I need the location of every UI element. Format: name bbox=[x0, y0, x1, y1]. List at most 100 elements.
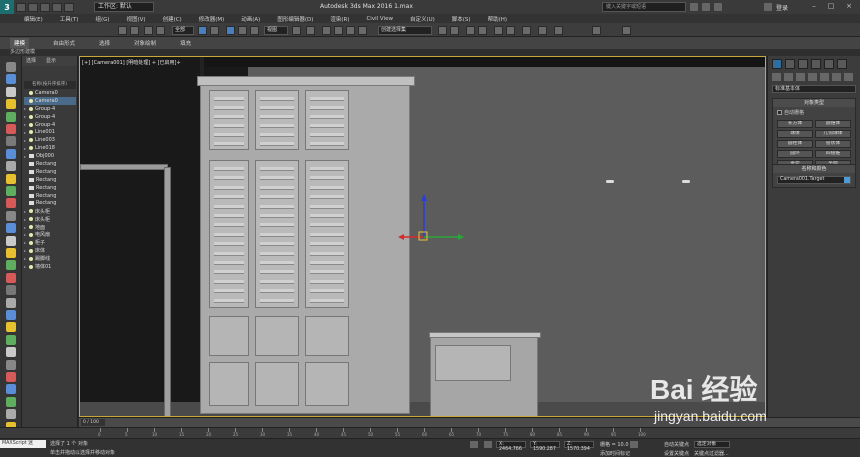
visibility-bulb-icon[interactable] bbox=[29, 264, 33, 269]
explorer-row[interactable]: ▸ Line001 bbox=[24, 128, 76, 136]
explorer-tab-select[interactable]: 选择 bbox=[26, 56, 36, 66]
help-icon[interactable] bbox=[702, 3, 710, 11]
object-name-field[interactable]: Camera001.Target bbox=[777, 176, 851, 184]
explorer-row[interactable]: ▸ 踢脚线 bbox=[24, 255, 76, 263]
undo-icon[interactable] bbox=[52, 2, 62, 12]
move-icon[interactable] bbox=[6, 74, 16, 85]
flame-icon[interactable] bbox=[6, 272, 16, 283]
render-setup-icon[interactable] bbox=[538, 26, 547, 35]
open-file-icon[interactable] bbox=[28, 2, 38, 12]
spinner-snap-icon[interactable] bbox=[358, 26, 367, 35]
render-iterative-icon[interactable] bbox=[622, 26, 631, 35]
menu-customize[interactable]: 自定义(U) bbox=[410, 15, 435, 23]
light-icon[interactable] bbox=[6, 99, 16, 110]
menu-rendering[interactable]: 渲染(R) bbox=[330, 15, 349, 23]
new-file-icon[interactable] bbox=[16, 2, 26, 12]
frame-counter[interactable]: 0 / 100 bbox=[81, 419, 105, 426]
object-icon[interactable] bbox=[29, 193, 34, 198]
material-editor-icon[interactable] bbox=[522, 26, 531, 35]
object-type-title[interactable]: 对象类型 bbox=[773, 99, 855, 107]
tab-modeling[interactable]: 建模 bbox=[10, 38, 30, 48]
star-icon[interactable] bbox=[714, 3, 722, 11]
percent-snap-icon[interactable] bbox=[346, 26, 355, 35]
explorer-row[interactable]: Camera0 bbox=[24, 96, 76, 105]
ball-icon[interactable] bbox=[6, 347, 16, 358]
save-file-icon[interactable] bbox=[40, 2, 50, 12]
shapes-icon[interactable] bbox=[784, 73, 793, 81]
snap-toggle-icon[interactable] bbox=[322, 26, 331, 35]
lamp-icon[interactable] bbox=[6, 322, 16, 333]
move-gizmo-icon[interactable] bbox=[396, 193, 466, 243]
globe-icon[interactable] bbox=[6, 223, 16, 234]
mirror-icon[interactable] bbox=[438, 26, 447, 35]
visibility-bulb-icon[interactable] bbox=[29, 90, 33, 95]
motion-tab-icon[interactable] bbox=[811, 59, 821, 69]
explorer-row[interactable]: ▸ 墙体01 bbox=[24, 263, 76, 271]
lights-icon[interactable] bbox=[796, 73, 805, 81]
lock-selection-icon[interactable] bbox=[470, 441, 478, 448]
plant-icon[interactable] bbox=[6, 111, 16, 122]
explorer-row[interactable]: Rectang bbox=[24, 176, 76, 184]
auto-key-button[interactable]: 自动关键点 bbox=[664, 441, 689, 448]
selection-filter-dropdown[interactable]: 全部 bbox=[172, 26, 194, 35]
explorer-row[interactable]: ▸ Group-4 bbox=[24, 121, 76, 129]
visibility-bulb-icon[interactable] bbox=[29, 248, 33, 253]
cylinder-icon[interactable] bbox=[6, 161, 16, 172]
plane-icon[interactable] bbox=[6, 297, 16, 308]
visibility-bulb-icon[interactable] bbox=[29, 130, 33, 135]
layer-explorer-icon[interactable] bbox=[466, 26, 475, 35]
menu-civil-view[interactable]: Civil View bbox=[366, 16, 392, 22]
undo-toolbar-icon[interactable] bbox=[118, 26, 127, 35]
ribbon-panel-label[interactable]: 多边形建模 bbox=[0, 49, 860, 56]
visibility-bulb-icon[interactable] bbox=[29, 138, 33, 143]
create-tab-icon[interactable] bbox=[772, 59, 782, 69]
close-button[interactable]: × bbox=[843, 2, 855, 12]
display-tab-icon[interactable] bbox=[824, 59, 834, 69]
explorer-row[interactable]: Rectang bbox=[24, 160, 76, 168]
explorer-row[interactable]: ▸ Line018 bbox=[24, 144, 76, 152]
name-color-title[interactable]: 名称和颜色 bbox=[773, 165, 855, 173]
y-coordinate-field[interactable]: Y: 1590.287 bbox=[530, 441, 560, 452]
reference-coordinate-dropdown[interactable]: 视图 bbox=[264, 26, 288, 35]
schematic-view-icon[interactable] bbox=[506, 26, 515, 35]
hierarchy-tab-icon[interactable] bbox=[798, 59, 808, 69]
tab-freeform[interactable]: 自由形式 bbox=[53, 39, 75, 47]
align-icon[interactable] bbox=[450, 26, 459, 35]
set-key-button[interactable]: 设置关键点 bbox=[664, 450, 689, 457]
explorer-row[interactable]: ▸ Line003 bbox=[24, 136, 76, 144]
visibility-bulb-icon[interactable] bbox=[29, 256, 33, 261]
visibility-bulb-icon[interactable] bbox=[29, 106, 33, 111]
explorer-row[interactable]: Rectang bbox=[24, 168, 76, 176]
object-icon[interactable] bbox=[29, 185, 34, 190]
wardrobe-model[interactable] bbox=[197, 76, 415, 414]
create-object-button[interactable]: 圆柱体 bbox=[777, 140, 813, 148]
menu-graph-editors[interactable]: 图形编辑器(D) bbox=[277, 15, 313, 23]
explorer-row[interactable]: ▸ Group-4 bbox=[24, 105, 76, 113]
add-time-tag-button[interactable]: 添加时间标记 bbox=[600, 450, 630, 457]
leaf-icon[interactable] bbox=[6, 186, 16, 196]
menu-create[interactable]: 创建(C) bbox=[163, 15, 182, 23]
explorer-row[interactable]: ▸ Obj000 bbox=[24, 152, 76, 160]
autogrid-checkbox[interactable] bbox=[777, 110, 782, 115]
curve-editor-icon[interactable] bbox=[494, 26, 503, 35]
explorer-row[interactable]: ▸ 床头柜 bbox=[24, 207, 76, 215]
object-category-dropdown[interactable]: 标准基本体 bbox=[772, 85, 856, 93]
time-tag-icon[interactable] bbox=[630, 441, 638, 448]
visibility-bulb-icon[interactable] bbox=[29, 217, 33, 222]
viewport-label[interactable]: [+] [Camera001] [明暗处理] + [已启用]+ bbox=[82, 59, 181, 66]
visibility-bulb-icon[interactable] bbox=[29, 232, 33, 237]
explorer-row[interactable]: ▸ 地面 bbox=[24, 223, 76, 231]
select-by-name-icon[interactable] bbox=[210, 26, 219, 35]
object-icon[interactable] bbox=[29, 161, 34, 166]
search-input[interactable]: 键入关键字或短语 bbox=[602, 2, 686, 12]
pivot-center-icon[interactable] bbox=[292, 26, 301, 35]
camera-viewport[interactable]: [+] [Camera001] [明暗处理] + [已启用]+ bbox=[79, 56, 766, 417]
foliage-icon[interactable] bbox=[6, 396, 16, 407]
brick-icon[interactable] bbox=[6, 198, 16, 209]
visibility-bulb-icon[interactable] bbox=[29, 122, 33, 127]
tab-object-paint[interactable]: 对象绘制 bbox=[134, 39, 156, 47]
create-object-button[interactable]: 四棱锥 bbox=[815, 150, 851, 158]
grass-icon[interactable] bbox=[6, 334, 16, 345]
explorer-column-header[interactable]: 名称(按升序排序) bbox=[24, 81, 76, 89]
visibility-bulb-icon[interactable] bbox=[29, 240, 33, 245]
